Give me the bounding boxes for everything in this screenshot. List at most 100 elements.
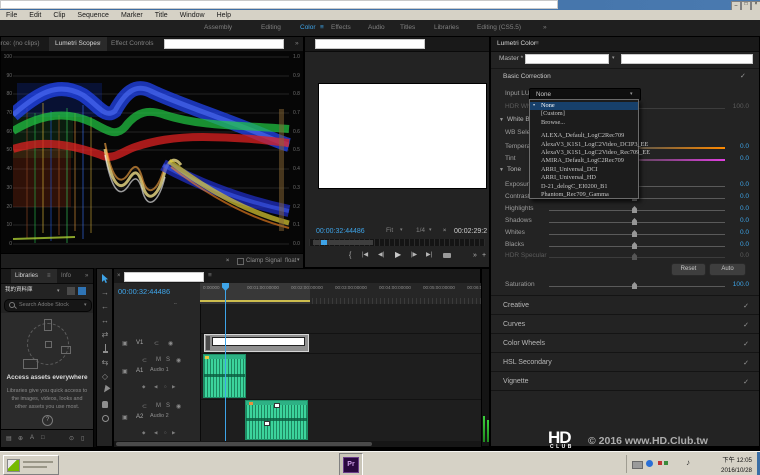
library-selector[interactable]: 我的資料庫	[5, 288, 33, 294]
tab-effect-controls[interactable]: Effect Controls	[111, 41, 154, 48]
libraries-overflow-icon[interactable]: »	[85, 273, 88, 279]
whites-row[interactable]: Whites 0.0	[491, 227, 759, 239]
menu-window[interactable]: Window	[174, 12, 211, 19]
highlights-slider[interactable]	[549, 210, 725, 211]
track-select-backward-tool[interactable]: ←	[97, 302, 113, 311]
hdr-specular-thumb[interactable]	[632, 253, 637, 260]
chevron-down-icon[interactable]: ▾	[429, 228, 432, 233]
tray-clock[interactable]: 下午 12:05 2016/10/28	[698, 456, 752, 475]
section-color-wheels[interactable]: Color Wheels ✓	[491, 333, 759, 353]
playback-resolution-dropdown[interactable]: 1/4	[416, 228, 425, 235]
delete-icon[interactable]: ▯	[81, 435, 84, 442]
master-clip-field-redacted[interactable]	[525, 54, 609, 64]
hdr-specular-slider[interactable]	[549, 257, 725, 258]
quick-launch-button[interactable]	[3, 455, 59, 475]
menu-sequence[interactable]: Sequence	[71, 12, 115, 19]
a2-track-name[interactable]: Audio 2	[150, 414, 169, 420]
audio-clip-a2[interactable]	[245, 400, 308, 440]
section-enabled-check[interactable]: ✓	[743, 302, 749, 310]
keyframe-next-icon[interactable]: ▶	[172, 430, 175, 436]
a1-track-name[interactable]: Audio 1	[150, 368, 169, 374]
monitor-timecode[interactable]: 00:00:32:44486	[316, 228, 365, 235]
help-icon[interactable]: ?	[42, 415, 53, 426]
fit-dropdown[interactable]: Fit	[386, 228, 393, 235]
track-lock-icon[interactable]: ▣	[122, 340, 128, 347]
keyframe-add-icon[interactable]: ◆	[142, 384, 145, 390]
tray-red-icon[interactable]	[658, 461, 662, 465]
goto-out-button[interactable]: ▶|	[426, 252, 432, 258]
voiceover-record-icon mic-icon[interactable]: ◉	[176, 357, 181, 364]
solo-button[interactable]: S	[166, 357, 170, 363]
white-balance-twirl-icon[interactable]: ▼	[499, 118, 504, 123]
timeline-ruler[interactable]: 0:00000 00:01:00:00000 00:02:00:00000 00…	[200, 283, 482, 304]
hand-tool[interactable]	[102, 401, 108, 408]
workspace-tab-color[interactable]: Color	[300, 25, 316, 32]
workspace-panel-menu-icon[interactable]: ≡	[320, 25, 324, 32]
saturation-slider[interactable]	[549, 286, 725, 287]
v1-track-label[interactable]: V1	[136, 340, 143, 346]
workspace-tab-effects[interactable]: Effects	[331, 25, 351, 32]
workspace-tab-libraries[interactable]: Libraries	[434, 25, 459, 32]
search-box[interactable]: Search Adobe Stock ▾	[4, 299, 92, 312]
lut-item[interactable]: AlexaV3_K1S1_LogC2Video_DCIP3_EE	[530, 141, 638, 149]
video-clip-v1[interactable]	[204, 334, 309, 352]
tray-speaker-icon[interactable]: ♪	[686, 459, 690, 467]
section-curves[interactable]: Curves ✓	[491, 314, 759, 334]
hscrollbar-thumb[interactable]	[116, 442, 372, 446]
sync-lock-icon[interactable]: ⊂	[154, 340, 159, 347]
add-asset-icon[interactable]: □	[41, 435, 45, 441]
source-patch-icon[interactable]: ⊂	[142, 403, 147, 410]
tray-blue-icon[interactable]	[646, 460, 653, 467]
monitor-scrubbar[interactable]	[309, 239, 485, 246]
sequence-tab-redacted[interactable]	[124, 272, 204, 282]
tab-info[interactable]: Info	[61, 273, 71, 279]
slide-tool[interactable]: ◇	[97, 372, 113, 381]
shadows-slider[interactable]	[549, 222, 725, 223]
menu-marker[interactable]: Marker	[115, 12, 149, 19]
play-button[interactable]: ▶	[395, 251, 401, 259]
keyframe-prev-icon[interactable]: ◀	[154, 384, 157, 390]
highlights-row[interactable]: Highlights 0.0	[491, 203, 759, 215]
lut-item[interactable]: AlexaV3_K1S1_LogC2Video_Rec709_EE	[530, 149, 638, 157]
menu-clip[interactable]: Clip	[47, 12, 71, 19]
section-enabled-check[interactable]: ✓	[743, 359, 749, 367]
mute-button[interactable]: M	[156, 403, 161, 409]
temperature-value[interactable]: 0.0	[740, 143, 749, 150]
timeline-panel-menu-icon[interactable]: ≡	[208, 273, 212, 280]
workspace-tab-audio[interactable]: Audio	[368, 25, 385, 32]
solo-button[interactable]: S	[166, 403, 170, 409]
workspace-tab-editing-cs55[interactable]: Editing (CS5.5)	[477, 25, 521, 32]
menu-edit[interactable]: Edit	[23, 12, 47, 19]
tone-twirl-icon[interactable]: ▼	[499, 168, 504, 173]
whites-value[interactable]: 0.0	[740, 229, 749, 236]
keyframe-icon[interactable]: ○	[164, 430, 167, 435]
blacks-value[interactable]: 0.0	[740, 241, 749, 248]
sync-status-icon[interactable]: ⊙	[69, 435, 74, 442]
scopes-panel-menu-icon[interactable]: ≡	[97, 41, 101, 48]
wrench-icon[interactable]: +	[223, 257, 231, 265]
section-vignette[interactable]: Vignette ✓	[491, 371, 759, 391]
chevron-down-icon[interactable]: ▾	[297, 258, 300, 263]
shadows-value[interactable]: 0.0	[740, 217, 749, 224]
tab-libraries[interactable]: Libraries	[15, 273, 38, 279]
taskbar-premiere-button[interactable]: Pr	[339, 453, 363, 475]
chevron-down-icon[interactable]: ▾	[57, 289, 60, 294]
lut-item[interactable]: ALEXA_Default_LogC2Rec709	[530, 132, 638, 140]
track-lock-icon[interactable]: ▣	[122, 368, 128, 375]
lut-item-custom[interactable]: [Custom]	[530, 110, 638, 118]
playhead[interactable]	[225, 283, 226, 441]
wrench-icon[interactable]: +	[440, 227, 448, 235]
saturation-row[interactable]: Saturation 100.0	[491, 279, 759, 291]
saturation-value[interactable]: 100.0	[733, 281, 749, 288]
libraries-panel-menu-icon[interactable]: ≡	[47, 273, 51, 279]
keyframe-icon[interactable]: ○	[164, 384, 167, 389]
hdr-specular-value[interactable]: 0.0	[740, 252, 749, 259]
shadows-row[interactable]: Shadows 0.0	[491, 215, 759, 227]
whites-thumb[interactable]	[632, 230, 637, 237]
keyframe-prev-icon[interactable]: ◀	[154, 430, 157, 436]
chevron-down-icon[interactable]: ▾	[612, 56, 615, 61]
close-icon[interactable]: ×	[117, 273, 121, 279]
rolling-edit-tool[interactable]: ⇄	[97, 330, 113, 339]
section-creative[interactable]: Creative ✓	[491, 295, 759, 315]
reset-button[interactable]: Reset	[671, 263, 706, 276]
